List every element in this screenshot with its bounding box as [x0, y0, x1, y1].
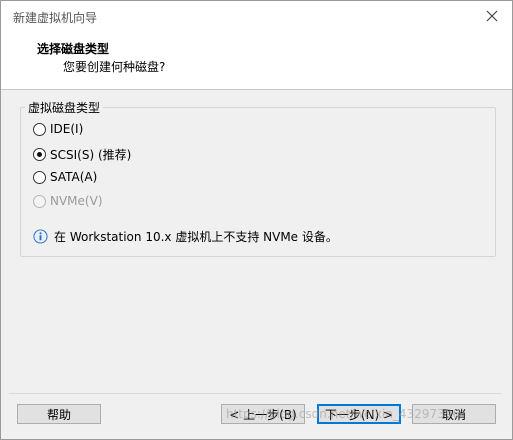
- back-button[interactable]: < 上一步(B): [221, 404, 305, 424]
- page-subtitle: 您要创建何种磁盘?: [63, 60, 166, 74]
- footer-divider: [9, 393, 502, 394]
- radio-label: SATA(A): [50, 170, 98, 184]
- help-button[interactable]: 帮助: [17, 404, 101, 424]
- wizard-header: 选择磁盘类型 您要创建何种磁盘?: [1, 31, 512, 90]
- info-text: 在 Workstation 10.x 虚拟机上不支持 NVMe 设备。: [54, 230, 338, 244]
- radio-label: SCSI(S) (推荐): [50, 147, 132, 162]
- radio-label: NVMe(V): [50, 194, 103, 208]
- window-title: 新建虚拟机向导: [13, 11, 98, 25]
- radio-circle[interactable]: [33, 170, 46, 184]
- close-icon: [486, 10, 498, 22]
- radio-nvme: NVMe(V): [33, 192, 103, 210]
- cancel-button[interactable]: 取消: [412, 404, 496, 424]
- radio-label: IDE(I): [50, 122, 84, 136]
- radio-circle: [33, 194, 46, 208]
- radio-scsi[interactable]: SCSI(S) (推荐): [33, 145, 131, 163]
- radio-circle[interactable]: [33, 147, 46, 161]
- groupbox-label: 虚拟磁盘类型: [25, 99, 104, 116]
- radio-sata[interactable]: SATA(A): [33, 168, 97, 186]
- wizard-window: 新建虚拟机向导 选择磁盘类型 您要创建何种磁盘? 虚拟磁盘类型 IDE(I) S…: [0, 0, 513, 440]
- radio-circle[interactable]: [33, 122, 46, 136]
- title-bar: 新建虚拟机向导: [1, 1, 512, 31]
- close-button[interactable]: [480, 5, 504, 27]
- info-icon: [33, 229, 48, 244]
- page-title: 选择磁盘类型: [37, 42, 110, 56]
- radio-ide[interactable]: IDE(I): [33, 120, 83, 138]
- next-button[interactable]: 下一步(N) >: [317, 404, 401, 424]
- info-message: 在 Workstation 10.x 虚拟机上不支持 NVMe 设备。: [33, 228, 338, 245]
